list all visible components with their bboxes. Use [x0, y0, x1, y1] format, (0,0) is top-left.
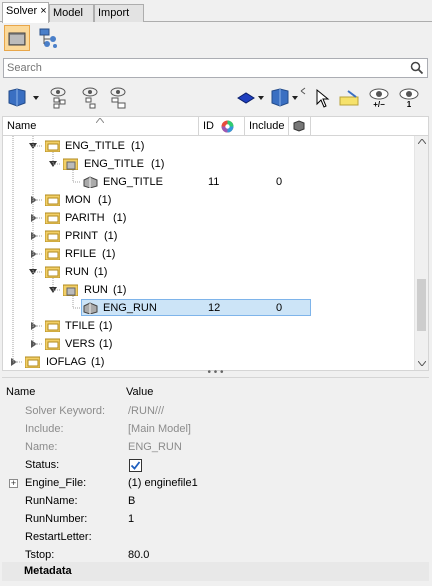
- prop-key: RestartLetter:: [25, 531, 92, 543]
- eye-group-icon: [110, 87, 126, 109]
- column-id[interactable]: ID: [199, 117, 245, 136]
- show-children-button[interactable]: [78, 84, 102, 112]
- show-all-button[interactable]: [46, 84, 70, 112]
- color-mode-button[interactable]: [236, 84, 266, 112]
- column-type[interactable]: [289, 117, 311, 136]
- plus-minus-label: +/−: [373, 99, 385, 109]
- section-metadata[interactable]: Metadata: [2, 562, 429, 581]
- model-tree: ENG_TITLE (1) ENG_TITLE (1) ENG_TITLE 11…: [2, 136, 429, 370]
- tab-import-label: Import: [98, 7, 130, 19]
- prop-value[interactable]: (1) enginefile1: [128, 474, 198, 492]
- prop-key: Engine_File:: [25, 477, 87, 489]
- status-checkbox[interactable]: [129, 459, 142, 472]
- tree-row-label: ENG_TITLE: [103, 176, 163, 188]
- show-only-button[interactable]: 1: [398, 84, 420, 112]
- prop-value[interactable]: 1: [128, 510, 134, 528]
- prop-value: [Main Model]: [128, 423, 191, 435]
- tree-row-id: 11: [208, 176, 220, 188]
- prop-runname[interactable]: RunName: B: [2, 492, 429, 510]
- solid-shape-icon: [237, 92, 264, 104]
- search-icon[interactable]: [410, 61, 424, 75]
- tree-connector-lines: [12, 136, 81, 363]
- tree-row-label: ENG_RUN: [103, 302, 157, 314]
- tree-row-count: (1): [131, 140, 145, 152]
- highlight-icon: [339, 90, 359, 106]
- sort-asc-icon: [96, 118, 104, 123]
- tab-import[interactable]: Import: [94, 4, 144, 22]
- column-id-label: ID: [203, 120, 214, 132]
- checkmark-icon: [130, 461, 141, 470]
- tree-scrollbar[interactable]: [414, 136, 428, 370]
- cube-display-icon: [8, 88, 39, 107]
- tree-row-count: (1): [102, 248, 116, 260]
- column-include-label: Include: [249, 120, 285, 132]
- prop-key: RunNumber:: [25, 513, 88, 525]
- color-wheel-icon: [221, 120, 234, 133]
- tree-row-count: (1): [113, 212, 127, 224]
- entity-type-button[interactable]: [7, 84, 39, 112]
- prop-value: ENG_RUN: [128, 441, 182, 453]
- folder-icon: [8, 32, 26, 46]
- prop-key: Name:: [25, 441, 58, 453]
- highlight-button[interactable]: [338, 84, 360, 112]
- show-selected-button[interactable]: [106, 84, 130, 112]
- folder-view-button[interactable]: [4, 25, 30, 51]
- hierarchy-icon: [39, 28, 57, 48]
- prop-name: Name: ENG_RUN: [2, 438, 429, 456]
- one-label: 1: [406, 99, 412, 109]
- tree-toolbar: +/− 1: [0, 84, 432, 112]
- tab-model[interactable]: Model: [49, 4, 94, 22]
- search-box: [3, 58, 428, 78]
- splitter-grip: • • •: [207, 367, 224, 378]
- tree-row-count: (1): [151, 158, 165, 170]
- column-name-label: Name: [7, 120, 37, 132]
- column-name[interactable]: Name: [3, 117, 199, 136]
- prop-key: RunName:: [25, 495, 78, 507]
- cube-display-icon: [271, 87, 306, 107]
- prop-value: /RUN///: [128, 405, 165, 417]
- tree-row-count: (1): [104, 230, 118, 242]
- property-grid: Name Value Solver Keyword: /RUN/// Inclu…: [2, 382, 429, 584]
- tree-row-count: (1): [113, 284, 127, 296]
- eye-icon: [369, 88, 389, 99]
- prop-key: Solver Keyword:: [25, 405, 106, 417]
- tab-solver-label: Solver: [6, 5, 38, 17]
- eye-tree-icon: [82, 87, 98, 109]
- tree-row-include: 0: [276, 302, 283, 314]
- prop-runnumber[interactable]: RunNumber: 1: [2, 510, 429, 528]
- eye-list-icon: [50, 87, 66, 109]
- eye-icon: [399, 88, 419, 99]
- cursor-icon: [316, 88, 330, 108]
- scroll-down-icon[interactable]: [418, 361, 426, 366]
- scroll-up-icon[interactable]: [418, 139, 426, 144]
- prop-solver-keyword: Solver Keyword: /RUN///: [2, 402, 429, 420]
- prop-restartletter[interactable]: RestartLetter:: [2, 528, 429, 546]
- close-icon[interactable]: ×: [40, 5, 46, 17]
- prop-value[interactable]: B: [128, 492, 135, 510]
- toggle-visibility-button[interactable]: +/−: [368, 84, 390, 112]
- cube-icon: [293, 120, 305, 132]
- scroll-thumb[interactable]: [417, 279, 426, 331]
- props-header-value: Value: [126, 386, 154, 398]
- props-header-name: Name: [6, 386, 36, 398]
- prop-key: Include:: [25, 423, 64, 435]
- tab-bar: Solver × Model Import: [0, 0, 432, 23]
- hierarchy-view-button[interactable]: [36, 25, 62, 51]
- tree-header: Name ID Include: [2, 116, 429, 136]
- tab-solver[interactable]: Solver ×: [2, 2, 49, 23]
- expand-plus-icon[interactable]: +: [9, 479, 18, 488]
- view-toolbar: [0, 23, 432, 55]
- tree-row-id: 12: [208, 302, 221, 314]
- search-input[interactable]: [4, 59, 404, 77]
- prop-engine-file[interactable]: + Engine_File: (1) enginefile1: [2, 474, 429, 492]
- tab-model-label: Model: [53, 7, 83, 19]
- prop-status: Status:: [2, 456, 429, 474]
- prop-key: Status:: [25, 459, 60, 471]
- tree-row-include: 0: [276, 176, 283, 188]
- select-button[interactable]: [314, 84, 330, 112]
- column-include[interactable]: Include: [245, 117, 289, 136]
- prop-include: Include: [Main Model]: [2, 420, 429, 438]
- panel-splitter[interactable]: • • •: [2, 367, 429, 378]
- display-mode-button[interactable]: [270, 84, 306, 112]
